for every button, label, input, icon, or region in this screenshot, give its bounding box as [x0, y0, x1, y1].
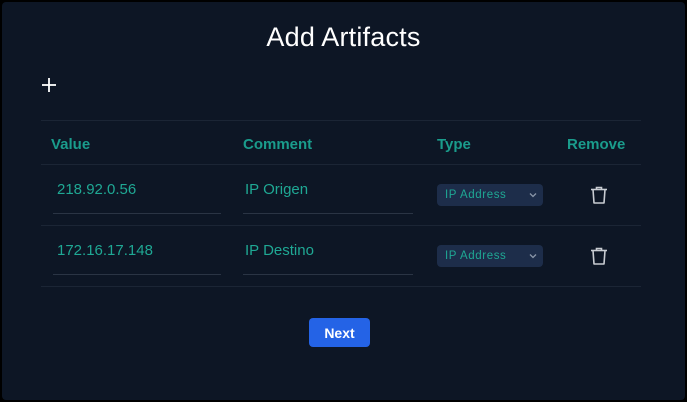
artifact-comment-field[interactable]: IP Destino: [245, 242, 314, 259]
type-select[interactable]: IP Address: [437, 184, 543, 206]
artifact-comment-field[interactable]: IP Origen: [245, 181, 308, 198]
remove-artifact-button[interactable]: [587, 183, 611, 207]
comment-field-underline: [243, 274, 413, 275]
value-field-underline: [53, 213, 221, 214]
type-select-value: IP Address: [445, 250, 507, 262]
comment-field-underline: [243, 213, 413, 214]
column-header-type: Type: [437, 136, 471, 153]
column-header-remove: Remove: [567, 136, 626, 153]
table-row: 218.92.0.56 IP Origen IP Address: [41, 165, 641, 226]
artifact-value-field[interactable]: 172.16.17.148: [57, 242, 153, 259]
column-header-value: Value: [51, 136, 91, 153]
remove-artifact-button[interactable]: [587, 244, 611, 268]
dialog-title: Add Artifacts: [266, 22, 421, 52]
plus-icon: [42, 78, 56, 92]
table-row: 172.16.17.148 IP Destino IP Address: [41, 226, 641, 287]
trash-icon: [591, 186, 607, 204]
artifact-value-field[interactable]: 218.92.0.56: [57, 181, 136, 198]
type-select[interactable]: IP Address: [437, 245, 543, 267]
column-header-comment: Comment: [243, 136, 313, 153]
value-field-underline: [53, 274, 221, 275]
table-divider: [41, 286, 641, 287]
table-divider: [41, 120, 641, 121]
add-artifacts-dialog: Add Artifacts Value Comment Type Remove …: [2, 2, 685, 400]
next-button[interactable]: Next: [309, 318, 370, 347]
add-artifact-button[interactable]: [38, 74, 60, 96]
chevron-down-icon: [529, 254, 537, 259]
trash-icon: [591, 247, 607, 265]
type-select-value: IP Address: [445, 189, 507, 201]
chevron-down-icon: [529, 193, 537, 198]
